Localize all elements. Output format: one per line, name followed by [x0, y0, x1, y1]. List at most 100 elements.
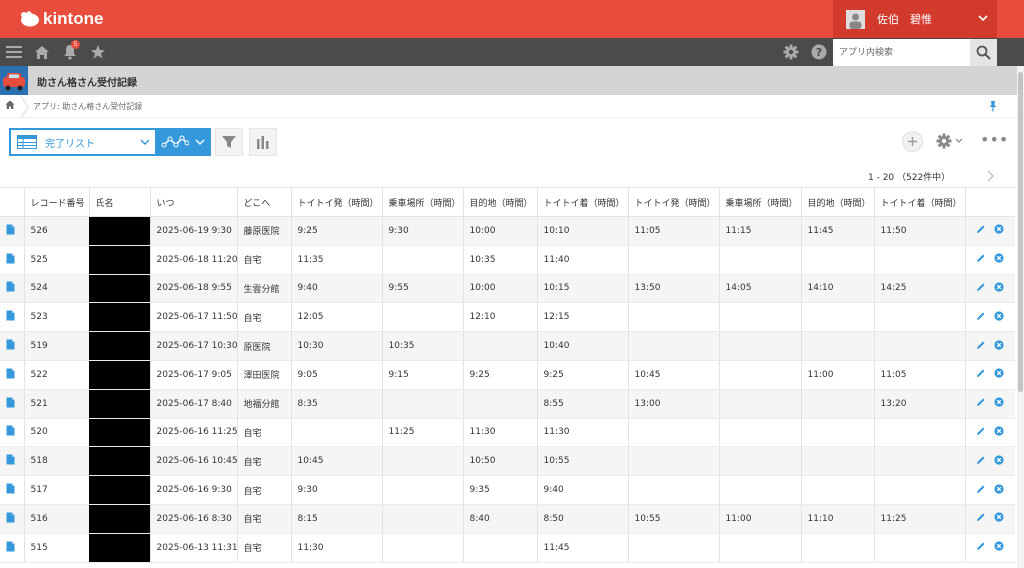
record-number: 515: [23, 533, 89, 563]
record-detail-link[interactable]: [0, 475, 24, 505]
column-header-pickup-1[interactable]: 乗車場所（時間）: [381, 187, 463, 217]
column-header-where[interactable]: どこへ: [236, 187, 291, 217]
edit-button[interactable]: [976, 282, 986, 295]
delete-button[interactable]: [993, 397, 1004, 410]
table-row[interactable]: 525 2025-06-18 11:20 自宅 11:35 10:35 11:40: [0, 245, 1015, 275]
record-detail-link[interactable]: [0, 533, 24, 563]
pencil-icon: [976, 398, 984, 407]
column-header-name[interactable]: 氏名: [88, 187, 150, 217]
column-header-depart-1[interactable]: トイトイ発（時間）: [290, 187, 382, 217]
help-icon[interactable]: ?: [810, 43, 828, 61]
table-row[interactable]: 516 2025-06-16 8:30 自宅 8:15 8:40 8:50 10:55 11:…: [0, 504, 1015, 534]
delete-button[interactable]: [993, 339, 1004, 353]
record-detail-link[interactable]: [0, 360, 24, 390]
close-circle-icon: [993, 311, 1004, 321]
column-header-when[interactable]: いつ: [149, 187, 237, 217]
table-row[interactable]: 523 2025-06-17 11:50 自宅 12:05 12:10 12:15: [0, 302, 1015, 333]
destination-2-cell: [800, 331, 874, 361]
delete-button[interactable]: [993, 282, 1004, 295]
chevron-right-icon[interactable]: [986, 170, 994, 182]
name-cell: [89, 302, 150, 333]
scrollbar-thumb[interactable]: [1018, 72, 1023, 392]
delete-button[interactable]: [993, 455, 1004, 468]
edit-button[interactable]: [976, 311, 986, 324]
chart-button[interactable]: [249, 128, 277, 156]
arrive-2-cell: [873, 446, 965, 477]
pickup-1-cell: [381, 245, 463, 275]
arrive-2-cell: [873, 331, 965, 361]
home-icon[interactable]: [33, 43, 51, 61]
add-record-button[interactable]: [902, 131, 923, 152]
delete-button[interactable]: [993, 483, 1004, 497]
edit-button[interactable]: [976, 224, 986, 237]
record-detail-link[interactable]: [0, 418, 24, 448]
menu-icon[interactable]: [5, 43, 23, 61]
arrive-1-cell: 11:30: [536, 418, 628, 448]
pin-icon[interactable]: [988, 100, 998, 112]
record-detail-link[interactable]: [0, 504, 24, 534]
edit-button[interactable]: [976, 397, 986, 410]
gear-icon[interactable]: [782, 43, 800, 61]
edit-button[interactable]: [976, 512, 986, 525]
graph-select-button[interactable]: [157, 128, 211, 156]
delete-button[interactable]: [993, 311, 1004, 324]
user-menu[interactable]: 佐伯 碧惟: [833, 0, 997, 38]
name-cell: [89, 245, 150, 275]
table-row[interactable]: 520 2025-06-16 11:25 自宅 11:25 11:30 11:30: [0, 418, 1015, 448]
kintone-logo[interactable]: kintone: [20, 9, 103, 29]
column-header-arrive-2[interactable]: トイトイ着（時間）: [873, 187, 965, 217]
pencil-icon: [976, 456, 984, 464]
record-detail-link[interactable]: [0, 274, 24, 304]
more-options-button[interactable]: •••: [980, 132, 1008, 148]
record-detail-link[interactable]: [0, 216, 24, 246]
delete-button[interactable]: [993, 426, 1004, 439]
depart-2-cell: 13:00: [627, 389, 719, 419]
delete-button[interactable]: [993, 253, 1004, 266]
record-detail-link[interactable]: [0, 245, 24, 275]
column-header-record-number[interactable]: レコード番号: [23, 187, 89, 217]
table-row[interactable]: 524 2025-06-18 9:55 生雲分館 9:40 9:55 10:00 10:15…: [0, 274, 1015, 304]
pickup-1-cell: 9:30: [381, 216, 463, 246]
record-detail-link[interactable]: [0, 302, 24, 333]
column-header-depart-2[interactable]: トイトイ発（時間）: [627, 187, 719, 217]
delete-button[interactable]: [993, 224, 1004, 237]
table-row[interactable]: 517 2025-06-16 9:30 自宅 9:30 9:35 9:40: [0, 475, 1015, 505]
delete-button[interactable]: [993, 368, 1004, 381]
delete-button[interactable]: [993, 512, 1004, 525]
arrive-2-cell: [873, 245, 965, 275]
edit-button[interactable]: [976, 484, 986, 497]
home-icon[interactable]: [5, 100, 15, 110]
arrive-1-cell: 10:55: [536, 446, 628, 477]
star-icon[interactable]: [89, 43, 107, 61]
edit-button[interactable]: [976, 455, 986, 468]
column-header-destination-1[interactable]: 目的地（時間）: [462, 187, 537, 217]
table-row[interactable]: 519 2025-06-17 10:30 原医院 10:30 10:35 10:40: [0, 331, 1015, 361]
record-detail-link[interactable]: [0, 446, 24, 477]
app-icon[interactable]: [0, 66, 28, 95]
search-button[interactable]: [970, 39, 997, 66]
app-search-input[interactable]: [833, 39, 970, 66]
app-settings-button[interactable]: [935, 132, 965, 153]
record-detail-link[interactable]: [0, 331, 24, 361]
table-row[interactable]: 518 2025-06-16 10:45 自宅 10:45 10:50 10:55: [0, 446, 1015, 477]
column-header-arrive-1[interactable]: トイトイ着（時間）: [536, 187, 628, 217]
edit-button[interactable]: [976, 368, 986, 381]
column-header-pickup-2[interactable]: 乗車場所（時間）: [718, 187, 801, 217]
table-row[interactable]: 521 2025-06-17 8:40 地福分館 8:35 8:55 13:00 13:20: [0, 389, 1015, 419]
breadcrumb-app-link[interactable]: アプリ: 助さん格さん受付記録: [33, 101, 142, 112]
table-row[interactable]: 522 2025-06-17 9:05 澤田医院 9:05 9:15 9:25 9:25 10…: [0, 360, 1015, 390]
column-header-destination-2[interactable]: 目的地（時間）: [800, 187, 874, 217]
arrive-2-cell: 11:50: [873, 216, 965, 246]
table-row[interactable]: 526 2025-06-19 9:30 藤原医院 9:25 9:30 10:00 10:10…: [0, 216, 1015, 246]
filter-button[interactable]: [215, 128, 243, 156]
edit-button[interactable]: [976, 426, 986, 439]
edit-button[interactable]: [976, 340, 986, 353]
name-cell: [89, 475, 150, 505]
edit-button[interactable]: [976, 541, 986, 554]
record-detail-link[interactable]: [0, 389, 24, 419]
table-row[interactable]: 515 2025-06-13 11:31 自宅 11:30 11:45: [0, 533, 1015, 563]
delete-button[interactable]: [993, 541, 1004, 554]
app-title-bar: [0, 66, 1024, 95]
edit-button[interactable]: [976, 253, 986, 266]
view-select[interactable]: 完了リスト: [9, 128, 157, 156]
